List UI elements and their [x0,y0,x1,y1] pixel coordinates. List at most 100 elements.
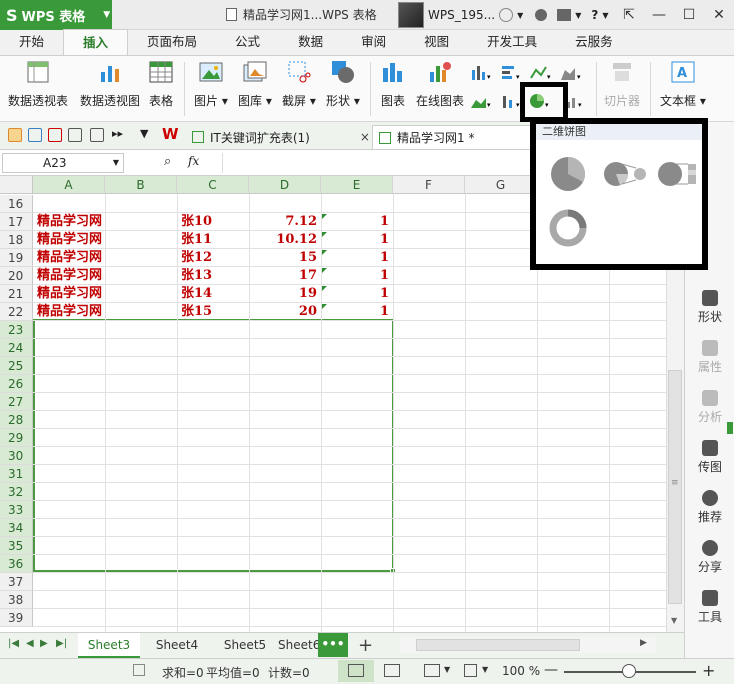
print-preview-icon[interactable] [90,128,104,142]
table-cell[interactable]: 张10 [178,213,248,231]
row-header[interactable]: 37 [0,573,33,591]
row-header[interactable]: 32 [0,483,33,501]
zoom-slider-thumb[interactable] [622,664,636,678]
table-cell[interactable]: 张12 [178,249,248,267]
table-cell[interactable]: 10.12 [249,231,321,249]
name-box[interactable]: A23 ▼ [2,153,124,173]
send-image-button[interactable]: 传图 [685,440,734,475]
scroll-right-icon[interactable]: ▶ [640,638,647,648]
table-cell[interactable]: 1 [321,267,393,285]
select-all-corner[interactable] [0,176,33,194]
scroll-down-icon[interactable]: ▼ [671,616,677,625]
table-cell[interactable]: 精品学习网 [34,267,144,285]
row-header[interactable]: 30 [0,447,33,465]
doc-tab-jingpin[interactable]: 精品学习网1 * [372,125,536,149]
formula-input[interactable] [222,153,530,173]
column-header[interactable]: C [177,176,249,194]
shirt-icon[interactable] [557,9,572,21]
tab-developer[interactable]: 开发工具 [468,29,556,55]
minimize-button[interactable]: — [644,7,674,23]
table-cell[interactable]: 精品学习网 [34,213,144,231]
row-header[interactable]: 26 [0,375,33,393]
close-tab-icon[interactable]: × [360,130,370,144]
picture-button[interactable]: 图片 ▾ [194,60,228,109]
gallery-button[interactable]: 图库 ▾ [238,60,272,109]
tab-data[interactable]: 数据 [279,29,342,55]
tab-formula[interactable]: 公式 [216,29,279,55]
stock-chart-icon[interactable]: ▾ [500,92,522,110]
fx-icon[interactable]: fx [188,154,199,168]
table-cell[interactable]: 17 [249,267,321,285]
chevron-down-icon[interactable]: ▼ [575,11,581,20]
first-sheet-icon[interactable]: |◀ [8,638,19,649]
chevron-down-icon[interactable]: ▼ [482,665,488,674]
row-header[interactable]: 21 [0,285,33,303]
row-header[interactable]: 36 [0,555,33,573]
page-layout-view-icon[interactable] [424,664,440,677]
column-header[interactable]: E [321,176,393,194]
more-sheets-button[interactable]: ••• [318,633,348,657]
table-cell[interactable]: 1 [321,231,393,249]
recommend-button[interactable]: 推荐 [685,490,734,525]
row-header[interactable]: 27 [0,393,33,411]
column-chart-icon[interactable]: ▾ [470,64,492,82]
pivot-table-button[interactable]: 数据透视表 [8,60,68,109]
table-cell[interactable]: 张11 [178,231,248,249]
tab-cloud[interactable]: 云服务 [556,29,632,55]
sheet-tab-sheet5[interactable]: Sheet5 [212,633,278,658]
page-break-view-icon[interactable] [384,664,400,677]
table-cell[interactable]: 张13 [178,267,248,285]
pie-option-icon[interactable] [548,154,588,194]
column-header[interactable]: B [105,176,177,194]
zoom-search-icon[interactable]: ⌕ [164,154,171,169]
table-cell[interactable]: 20 [249,303,321,321]
prev-sheet-icon[interactable]: ◀ [26,638,34,649]
row-header[interactable]: 25 [0,357,33,375]
open-folder-icon[interactable] [8,128,22,142]
tab-review[interactable]: 审阅 [342,29,405,55]
restore-window-button[interactable]: ⇱ [614,7,644,23]
maximize-button[interactable]: ☐ [674,7,704,23]
row-header[interactable]: 38 [0,591,33,609]
row-header[interactable]: 20 [0,267,33,285]
eye-protection-icon[interactable] [464,664,477,677]
area-chart-icon[interactable]: ▾ [560,64,582,82]
pie-of-pie-option-icon[interactable] [600,154,648,194]
other-chart-icon[interactable]: ▾ [565,92,587,110]
table-cell[interactable]: 精品学习网 [34,249,144,267]
online-chart-button[interactable]: 在线图表 [416,60,464,109]
scatter-chart-icon[interactable]: ▾ [470,92,492,110]
tab-page-layout[interactable]: 页面布局 [128,29,216,55]
column-header[interactable]: G [465,176,537,194]
table-cell[interactable]: 1 [321,285,393,303]
print-icon[interactable] [68,128,82,142]
table-cell[interactable]: 张15 [178,303,248,321]
macro-record-icon[interactable] [133,664,145,676]
table-button[interactable]: 表格 [149,60,173,109]
row-header[interactable]: 22 [0,303,33,321]
shapes-button[interactable]: 形状 ▾ [326,60,360,109]
doughnut-option-icon[interactable] [548,208,588,248]
wps-home-icon[interactable]: W [162,125,179,143]
add-sheet-button[interactable]: + [358,635,373,656]
chevron-down-icon[interactable]: ▼ [444,665,450,674]
avatar[interactable] [398,2,424,28]
share-button[interactable]: 分享 [685,540,734,575]
row-header[interactable]: 18 [0,231,33,249]
table-cell[interactable]: 张14 [178,285,248,303]
table-cell[interactable]: 1 [321,249,393,267]
row-header[interactable]: 19 [0,249,33,267]
doc-tab-it-keywords[interactable]: IT关键词扩充表(1) × [186,125,370,149]
close-button[interactable]: ✕ [704,7,734,23]
zoom-in-button[interactable]: + [702,661,715,680]
bar-chart-icon[interactable]: ▾ [500,64,522,82]
next-sheet-icon[interactable]: ▶ [40,638,48,649]
horizontal-scroll-thumb[interactable] [416,639,580,651]
bar-of-pie-option-icon[interactable] [656,154,702,194]
user-area[interactable]: WPS_195... ▼ ▼ ? ▼ [398,2,609,28]
chevron-down-icon[interactable]: ▼ [517,11,523,20]
table-cell[interactable]: 精品学习网 [34,285,144,303]
user-name[interactable]: WPS_195... [428,8,495,22]
shapes-panel-button[interactable]: 形状 [685,290,734,325]
row-header[interactable]: 34 [0,519,33,537]
